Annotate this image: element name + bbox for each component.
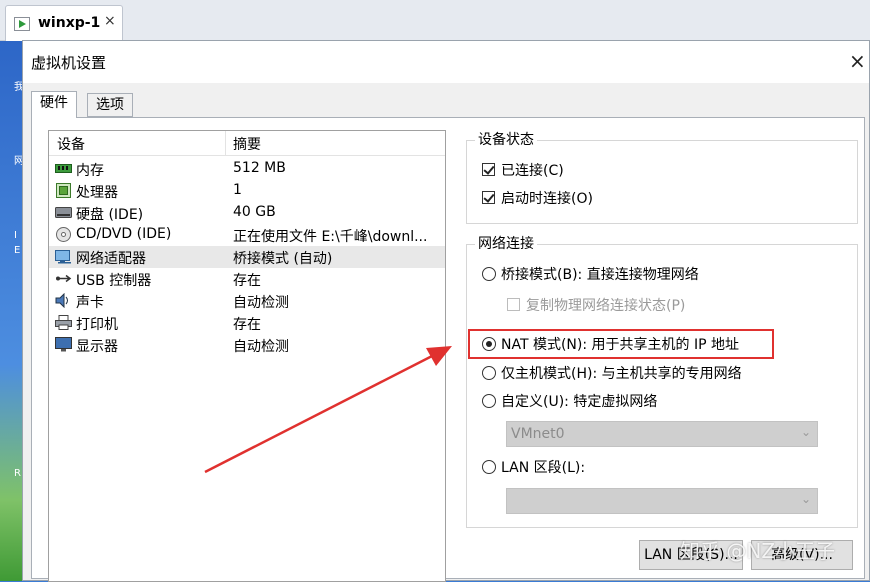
tab-options[interactable]: 选项 <box>87 93 133 117</box>
host-only-radio[interactable] <box>482 366 496 380</box>
column-device[interactable]: 设备 <box>57 134 85 154</box>
device-name: USB 控制器 <box>76 273 152 289</box>
device-summary: 1 <box>233 182 242 198</box>
column-summary[interactable]: 摘要 <box>233 134 261 154</box>
printer-icon <box>55 315 72 330</box>
connect-at-power-on-checkbox[interactable] <box>482 191 495 204</box>
hardware-panel: 设备 摘要 内存 512 MB 处理器 1 硬盘 (IDE) 40 GB CD/… <box>31 117 865 582</box>
device-summary: 存在 <box>233 317 261 333</box>
device-summary: 自动检测 <box>233 295 289 311</box>
device-summary: 512 MB <box>233 160 286 176</box>
network-adapter-icon <box>55 250 71 264</box>
dialog-close-icon[interactable]: × <box>849 49 866 73</box>
connected-checkbox[interactable] <box>482 163 495 176</box>
custom-network-select[interactable]: VMnet0 ⌄ <box>506 421 818 447</box>
chevron-down-icon: ⌄ <box>800 492 811 506</box>
device-row-network-adapter[interactable]: 网络适配器 桥接模式 (自动) <box>49 246 445 268</box>
custom-radio[interactable] <box>482 394 496 408</box>
device-summary: 自动检测 <box>233 339 289 355</box>
device-summary: 桥接模式 (自动) <box>233 251 333 267</box>
device-name: 内存 <box>76 163 104 179</box>
device-status-title: 设备状态 <box>475 129 537 149</box>
vm-tab-bar: winxp-1 × <box>0 0 870 41</box>
usb-icon <box>56 274 72 283</box>
device-row-processor[interactable]: 处理器 1 <box>49 180 445 202</box>
replicate-state-checkbox[interactable] <box>507 298 520 311</box>
device-status-group: 设备状态 已连接(C) 启动时连接(O) <box>466 129 858 224</box>
memory-icon <box>55 164 72 173</box>
vm-tab-winxp[interactable]: winxp-1 × <box>5 5 123 41</box>
device-summary: 存在 <box>233 273 261 289</box>
device-row-usb[interactable]: USB 控制器 存在 <box>49 268 445 290</box>
desktop-edge: 我 网 I E R <box>0 40 24 581</box>
custom-network-value: VMnet0 <box>511 426 565 442</box>
custom-label[interactable]: 自定义(U): 特定虚拟网络 <box>501 391 657 411</box>
nat-radio[interactable] <box>482 337 496 351</box>
watermark: 知乎 @NZ小王子 <box>680 539 836 563</box>
vm-settings-dialog: 虚拟机设置 × 硬件 选项 设备 摘要 内存 512 MB 处理器 1 硬盘 (… <box>22 40 870 582</box>
network-connection-group: 网络连接 桥接模式(B): 直接连接物理网络 复制物理网络连接状态(P) NAT… <box>466 233 858 528</box>
vm-tab-label: winxp-1 <box>38 15 101 31</box>
hard-disk-icon <box>55 207 72 218</box>
device-name: 硬盘 (IDE) <box>76 207 144 223</box>
lan-segment-label[interactable]: LAN 区段(L): <box>501 457 585 477</box>
device-name: 打印机 <box>76 317 118 333</box>
tab-hardware[interactable]: 硬件 <box>31 91 77 118</box>
device-summary: 正在使用文件 E:\千峰\downl... <box>233 229 428 245</box>
replicate-state-label[interactable]: 复制物理网络连接状态(P) <box>526 295 685 315</box>
connect-at-power-on-label[interactable]: 启动时连接(O) <box>501 188 593 208</box>
host-only-label[interactable]: 仅主机模式(H): 与主机共享的专用网络 <box>501 363 742 383</box>
close-icon[interactable]: × <box>104 13 116 29</box>
connected-label[interactable]: 已连接(C) <box>501 160 564 180</box>
device-row-printer[interactable]: 打印机 存在 <box>49 312 445 334</box>
lan-segment-radio[interactable] <box>482 460 496 474</box>
device-name: 声卡 <box>76 295 104 311</box>
dialog-titlebar: 虚拟机设置 × <box>23 41 869 83</box>
device-summary: 40 GB <box>233 204 276 220</box>
device-list[interactable]: 设备 摘要 内存 512 MB 处理器 1 硬盘 (IDE) 40 GB CD/… <box>48 130 446 582</box>
device-row-memory[interactable]: 内存 512 MB <box>49 158 445 180</box>
chevron-down-icon: ⌄ <box>800 425 811 439</box>
device-row-hard-disk[interactable]: 硬盘 (IDE) 40 GB <box>49 202 445 224</box>
vm-play-icon <box>14 17 30 31</box>
lan-segment-select[interactable]: ⌄ <box>506 488 818 514</box>
device-name: CD/DVD (IDE) <box>76 226 172 242</box>
sound-card-icon <box>55 293 68 308</box>
device-row-sound-card[interactable]: 声卡 自动检测 <box>49 290 445 312</box>
device-list-header: 设备 摘要 <box>49 131 445 156</box>
device-name: 显示器 <box>76 339 118 355</box>
device-row-display[interactable]: 显示器 自动检测 <box>49 334 445 356</box>
nat-label[interactable]: NAT 模式(N): 用于共享主机的 IP 地址 <box>501 334 739 354</box>
dialog-title: 虚拟机设置 <box>31 54 107 72</box>
device-name: 网络适配器 <box>76 251 146 267</box>
bridged-radio[interactable] <box>482 267 496 281</box>
display-icon <box>55 337 72 352</box>
bridged-label[interactable]: 桥接模式(B): 直接连接物理网络 <box>501 264 699 284</box>
processor-icon <box>56 183 71 198</box>
device-name: 处理器 <box>76 185 118 201</box>
cd-dvd-icon <box>56 227 71 242</box>
network-connection-title: 网络连接 <box>475 233 537 253</box>
device-row-cd-dvd[interactable]: CD/DVD (IDE) 正在使用文件 E:\千峰\downl... <box>49 224 445 246</box>
